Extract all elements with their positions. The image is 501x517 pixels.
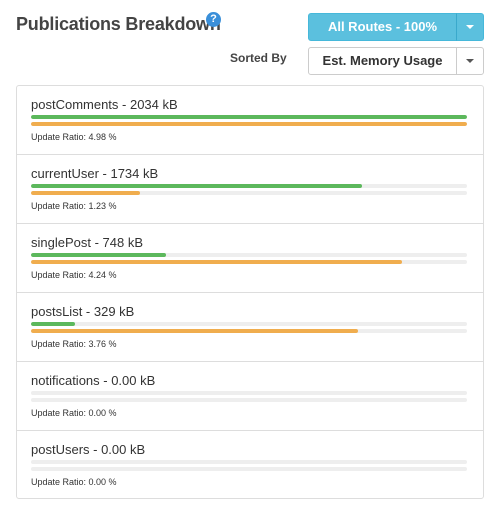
- publication-row[interactable]: postsList - 329 kB Update Ratio: 3.76 %: [17, 293, 483, 362]
- help-icon[interactable]: ?: [206, 12, 221, 27]
- publications-list: postComments - 2034 kB Update Ratio: 4.9…: [16, 85, 484, 499]
- update-ratio-text: Update Ratio: 3.76 %: [31, 339, 117, 349]
- update-ratio-bar: [31, 122, 467, 126]
- memory-usage-bar: [31, 184, 467, 188]
- memory-usage-bar: [31, 253, 467, 257]
- publication-row[interactable]: notifications - 0.00 kB Update Ratio: 0.…: [17, 362, 483, 431]
- publication-row[interactable]: postUsers - 0.00 kB Update Ratio: 0.00 %: [17, 431, 483, 500]
- update-ratio-text: Update Ratio: 0.00 %: [31, 408, 117, 418]
- chevron-down-icon: [466, 59, 474, 63]
- publication-title: notifications - 0.00 kB: [31, 373, 156, 388]
- sort-label: Sorted By: [230, 51, 287, 65]
- publication-title: postsList - 329 kB: [31, 304, 135, 319]
- memory-usage-bar: [31, 115, 467, 119]
- page-title: Publications Breakdown: [16, 14, 221, 34]
- memory-usage-bar: [31, 460, 467, 464]
- route-filter-dropdown-toggle[interactable]: [456, 13, 484, 41]
- publication-row[interactable]: singlePost - 748 kB Update Ratio: 4.24 %: [17, 224, 483, 293]
- update-ratio-text: Update Ratio: 4.98 %: [31, 132, 117, 142]
- update-ratio-text: Update Ratio: 1.23 %: [31, 201, 117, 211]
- update-ratio-bar: [31, 329, 467, 333]
- memory-usage-bar: [31, 391, 467, 395]
- memory-usage-bar: [31, 322, 467, 326]
- sort-dropdown-toggle[interactable]: [456, 47, 484, 75]
- publications-breakdown-view: Publications Breakdown ? All Routes - 10…: [0, 0, 501, 517]
- chevron-down-icon: [466, 25, 474, 29]
- publication-title: currentUser - 1734 kB: [31, 166, 159, 181]
- publication-title: postComments - 2034 kB: [31, 97, 178, 112]
- update-ratio-bar: [31, 398, 467, 402]
- update-ratio-bar: [31, 467, 467, 471]
- publication-row[interactable]: currentUser - 1734 kB Update Ratio: 1.23…: [17, 155, 483, 224]
- sort-select-button[interactable]: Est. Memory Usage: [308, 47, 457, 75]
- update-ratio-text: Update Ratio: 4.24 %: [31, 270, 117, 280]
- update-ratio-bar: [31, 260, 467, 264]
- publication-row[interactable]: postComments - 2034 kB Update Ratio: 4.9…: [17, 86, 483, 155]
- publication-title: postUsers - 0.00 kB: [31, 442, 146, 457]
- publication-title: singlePost - 748 kB: [31, 235, 144, 250]
- route-filter-button[interactable]: All Routes - 100%: [308, 13, 457, 41]
- update-ratio-text: Update Ratio: 0.00 %: [31, 477, 117, 487]
- update-ratio-bar: [31, 191, 467, 195]
